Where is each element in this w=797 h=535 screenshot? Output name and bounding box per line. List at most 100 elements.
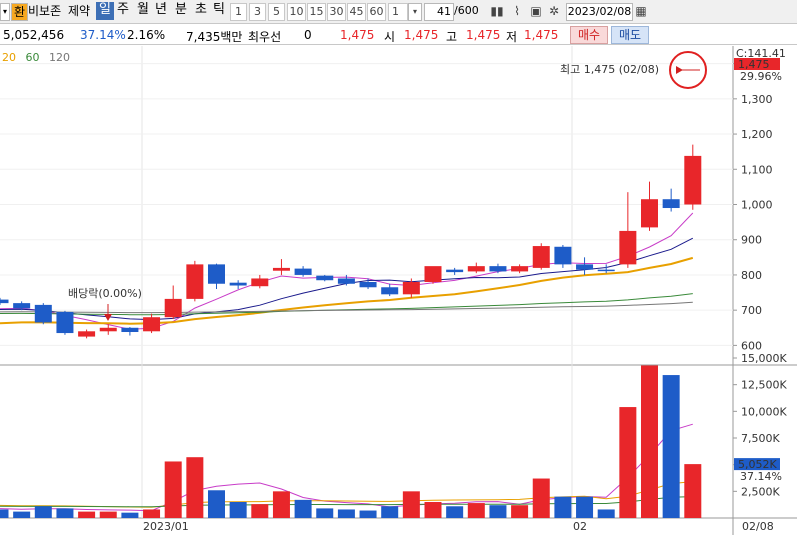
period-second-tab[interactable]: 초 bbox=[192, 2, 210, 20]
volume-ratio: 37.14% bbox=[80, 28, 126, 42]
ma120-legend: 120 bbox=[49, 51, 70, 64]
candle-body bbox=[424, 266, 442, 282]
y-tick-label: 700 bbox=[741, 304, 762, 317]
period-minute-tab[interactable]: 분 bbox=[172, 2, 190, 20]
volume-bar bbox=[208, 490, 225, 518]
volume-bar bbox=[597, 509, 615, 518]
save-icon[interactable]: ▣ bbox=[528, 3, 544, 21]
volume-bar bbox=[641, 365, 658, 518]
period-year-tab[interactable]: 년 bbox=[152, 2, 170, 20]
volume-bar bbox=[316, 508, 334, 518]
ma60-legend: 60 bbox=[25, 51, 40, 64]
candle-body bbox=[56, 311, 74, 334]
open-label: 시 bbox=[384, 30, 396, 44]
candle-body bbox=[446, 269, 464, 273]
price-chart[interactable]: 6007008009001,0001,1001,2001,3001,4002,5… bbox=[0, 46, 797, 535]
y-tick-label: 1,200 bbox=[741, 128, 773, 141]
count-select[interactable]: 1 bbox=[388, 3, 408, 21]
x-tick-label: 02 bbox=[573, 520, 587, 533]
y-tick-label: 800 bbox=[741, 269, 762, 282]
volume-pct-label: 37.14% bbox=[740, 470, 782, 483]
candle-body bbox=[511, 266, 529, 272]
gear-icon[interactable]: ✲ bbox=[546, 3, 562, 21]
best-value: 0 bbox=[304, 28, 312, 42]
interval-45-button[interactable]: 45 bbox=[347, 3, 366, 21]
period-week-tab[interactable]: 주 bbox=[114, 2, 132, 20]
candle-body bbox=[272, 267, 290, 271]
bar-total: /600 bbox=[454, 4, 479, 17]
stock-name-2: 제약 bbox=[68, 4, 91, 18]
candle-body bbox=[0, 299, 9, 304]
candle-body bbox=[229, 282, 247, 286]
calendar-icon[interactable]: ▦ bbox=[634, 3, 648, 21]
y-tick-label: 1,000 bbox=[741, 199, 773, 212]
candle-body bbox=[121, 327, 139, 333]
y-tick-label: 600 bbox=[741, 339, 762, 352]
volume-bar bbox=[251, 504, 269, 518]
volume-bar bbox=[619, 407, 637, 518]
volume-bar bbox=[56, 508, 74, 518]
current-price: 1,475 bbox=[340, 28, 375, 42]
y-tick-label: 1,300 bbox=[741, 93, 773, 106]
candle-body bbox=[554, 246, 572, 265]
volume-value: 5,052,456 bbox=[3, 28, 65, 42]
low-label: 저 bbox=[506, 30, 518, 44]
volume-bar bbox=[229, 502, 247, 518]
interval-15-button[interactable]: 15 bbox=[307, 3, 326, 21]
period-day-tab[interactable]: 일 bbox=[96, 2, 114, 20]
candle-body bbox=[662, 199, 680, 209]
line-tool-icon[interactable]: ⌇ bbox=[508, 3, 526, 21]
volume-tick-label: 2,500K bbox=[741, 485, 780, 498]
interval-1-button[interactable]: 1 bbox=[230, 3, 247, 21]
interval-3-button[interactable]: 3 bbox=[249, 3, 266, 21]
candle-body bbox=[619, 230, 637, 265]
candle-body bbox=[467, 266, 485, 272]
candle-body bbox=[359, 281, 377, 288]
candle-body bbox=[597, 269, 615, 272]
volume-bar bbox=[337, 509, 355, 518]
bar-count-input[interactable]: 41 bbox=[424, 3, 454, 21]
volume-bar bbox=[34, 506, 52, 518]
date-input[interactable]: 2023/02/08 bbox=[566, 3, 633, 21]
volume-bar bbox=[424, 502, 442, 518]
toggle-button[interactable]: 환 bbox=[11, 3, 28, 21]
candle-body bbox=[294, 268, 312, 275]
candle-body bbox=[316, 275, 334, 281]
dividend-note: 배당락(0.00%) bbox=[68, 287, 142, 300]
high-note: 최고 1,475 (02/08) bbox=[560, 63, 659, 76]
candle-body bbox=[164, 298, 182, 318]
candle-body bbox=[143, 317, 161, 332]
candle-body bbox=[402, 281, 420, 295]
candle-body bbox=[576, 264, 594, 270]
candle-body bbox=[186, 264, 204, 299]
chevron-down-icon[interactable]: ▾ bbox=[408, 3, 422, 21]
volume-bar bbox=[143, 509, 161, 518]
volume-tick-label: 12,500K bbox=[741, 379, 787, 392]
period-month-tab[interactable]: 월 bbox=[134, 2, 152, 20]
open-price: 1,475 bbox=[404, 28, 439, 42]
volume-bar bbox=[684, 464, 702, 518]
volume-tick-label: 7,500K bbox=[741, 432, 780, 445]
volume-bar bbox=[381, 506, 399, 518]
volume-bar bbox=[186, 457, 204, 518]
interval-10-button[interactable]: 10 bbox=[287, 3, 306, 21]
volume-tick-label: 10,000K bbox=[741, 405, 787, 418]
interval-5-button[interactable]: 5 bbox=[268, 3, 285, 21]
low-price: 1,475 bbox=[524, 28, 559, 42]
candle-body bbox=[208, 264, 225, 284]
sell-button[interactable]: 매도 bbox=[611, 26, 649, 44]
interval-30-button[interactable]: 30 bbox=[327, 3, 346, 21]
y-tick-label: 900 bbox=[741, 234, 762, 247]
turnover-value: 2.16% bbox=[127, 28, 166, 42]
period-tick-tab[interactable]: 틱 bbox=[210, 2, 228, 20]
interval-60-button[interactable]: 60 bbox=[367, 3, 386, 21]
dropdown-arrow-icon[interactable]: ▾ bbox=[0, 3, 10, 21]
volume-bar bbox=[78, 511, 96, 518]
candle-body bbox=[251, 278, 269, 287]
volume-series bbox=[0, 365, 702, 518]
candle-type-icon[interactable]: ▮▮ bbox=[489, 3, 505, 21]
y-tick-label: 1,100 bbox=[741, 163, 773, 176]
volume-bar bbox=[294, 499, 312, 518]
buy-button[interactable]: 매수 bbox=[570, 26, 608, 44]
candle-body bbox=[489, 266, 507, 272]
